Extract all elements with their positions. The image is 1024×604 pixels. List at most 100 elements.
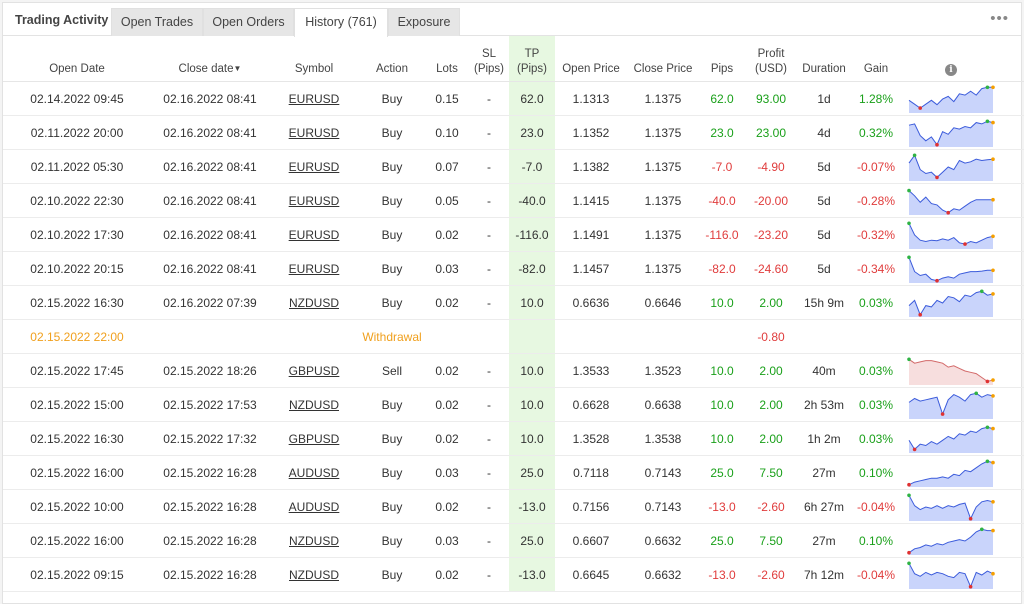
comment-cell [1001,115,1024,150]
sparkline-end-marker [991,571,995,575]
symbol-link[interactable]: GBPUSD [289,364,340,378]
trade-sparkline [908,153,995,181]
symbol-link[interactable]: AUDUSD [289,466,340,480]
col-pips[interactable]: Pips [699,36,745,82]
col-action[interactable]: Action [359,36,425,82]
close-date-cell: 02.16.2022 08:41 [151,115,269,150]
profit-cell: -24.60 [745,251,797,286]
symbol-link[interactable]: NZDUSD [289,296,339,310]
symbol-cell: EURUSD [269,217,359,252]
open-price-cell: 1.3528 [555,421,627,456]
col-gain[interactable]: Gain [851,36,901,82]
symbol-cell: NZDUSD [269,523,359,558]
open-date-cell: 02.15.2022 16:00 [3,455,151,490]
symbol-link[interactable]: EURUSD [289,228,340,242]
comment-cell [1001,319,1024,354]
sparkline-cell [901,115,1001,150]
symbol-cell: NZDUSD [269,285,359,320]
table-row: 02.15.2022 15:00 02.15.2022 17:53 NZDUSD Bu… [3,387,1024,422]
sparkline-cell [901,285,1001,320]
symbol-link[interactable]: NZDUSD [289,398,339,412]
col-lots[interactable]: Lots [425,36,469,82]
sparkline-cell [901,557,1001,592]
trading-activity-panel: Trading Activity Open Trades Open Orders… [2,2,1024,604]
col-open-date[interactable]: Open Date [3,36,151,82]
table-row: 02.15.2022 10:00 02.15.2022 16:28 AUDUSD Bu… [3,489,1024,524]
col-sl[interactable]: SL (Pips) [469,36,509,82]
sparkline-cell [901,523,1001,558]
lots-cell: 0.02 [425,217,469,252]
tab-exposure[interactable]: Exposure [388,8,460,36]
tab-history[interactable]: History (761) [294,8,388,37]
symbol-link[interactable]: GBPUSD [289,432,340,446]
close-date-cell: 02.16.2022 08:41 [151,217,269,252]
symbol-link[interactable]: EURUSD [289,160,340,174]
col-chart: i [901,36,1001,82]
col-tp[interactable]: TP (Pips) [509,36,555,82]
col-duration[interactable]: Duration [797,36,851,82]
duration-cell: 1d [797,81,851,116]
sparkline-high-marker [907,255,911,259]
sparkline-low-marker [935,278,939,282]
sparkline-low-marker [907,550,911,554]
symbol-link[interactable]: EURUSD [289,194,340,208]
comment-cell [1001,421,1024,456]
sparkline-end-marker [991,499,995,504]
trade-sparkline [907,459,995,487]
symbol-cell: EURUSD [269,149,359,184]
more-menu-icon[interactable]: ••• [990,10,1009,27]
pips-cell: 10.0 [699,421,745,456]
sparkline-low-marker [968,516,973,520]
trade-sparkline [908,119,995,147]
sparkline-area [909,256,993,283]
col-close-price[interactable]: Close Price [627,36,699,82]
close-date-cell: 02.16.2022 07:39 [151,285,269,320]
tab-open-trades[interactable]: Open Trades [111,8,203,36]
sl-cell: - [469,251,509,286]
tp-cell: 25.0 [509,523,555,558]
action-cell: Buy [359,557,425,592]
tab-open-orders[interactable]: Open Orders [203,8,294,36]
col-comment [1001,36,1024,82]
trade-sparkline [907,561,995,589]
symbol-cell: AUDUSD [269,455,359,490]
trade-sparkline [908,391,995,419]
symbol-link[interactable]: EURUSD [289,126,340,140]
open-price-cell [555,319,627,354]
symbol-link[interactable]: NZDUSD [289,568,339,582]
comment-cell [1001,489,1024,524]
symbol-link[interactable]: EURUSD [289,262,340,276]
action-cell: Buy [359,183,425,218]
pips-cell: 23.0 [699,115,745,150]
action-cell: Buy [359,523,425,558]
symbol-link[interactable]: EURUSD [289,92,340,106]
sparkline-cell [901,489,1001,524]
sparkline-cell [901,353,1001,388]
comment-cell [1001,353,1024,388]
trade-sparkline [907,221,995,249]
duration-cell: 1h 2m [797,421,851,456]
col-symbol[interactable]: Symbol [269,36,359,82]
tp-cell: -40.0 [509,183,555,218]
col-profit[interactable]: Profit (USD) [745,36,797,82]
symbol-link[interactable]: AUDUSD [289,500,340,514]
col-open-price[interactable]: Open Price [555,36,627,82]
sparkline-end-marker [991,460,995,464]
action-cell: Buy [359,115,425,150]
table-row: 02.15.2022 16:00 02.15.2022 16:28 AUDUSD Bu… [3,455,1024,490]
trade-sparkline [907,255,995,283]
trade-sparkline [908,289,995,317]
info-icon[interactable]: i [945,64,957,76]
table-row: 02.10.2022 22:30 02.16.2022 08:41 EURUSD Bu… [3,183,1024,218]
sparkline-cell [901,81,1001,116]
gain-cell: 0.03% [851,421,901,456]
open-price-cell: 1.1491 [555,217,627,252]
lots-cell: 0.02 [425,285,469,320]
sparkline-high-marker [985,85,990,89]
duration-cell: 27m [797,523,851,558]
sparkline-end-marker [991,268,995,272]
close-price-cell: 0.6632 [627,557,699,592]
symbol-link[interactable]: NZDUSD [289,534,339,548]
col-close-date[interactable]: Close date▼ [151,36,269,82]
close-date-cell: 02.16.2022 08:41 [151,81,269,116]
